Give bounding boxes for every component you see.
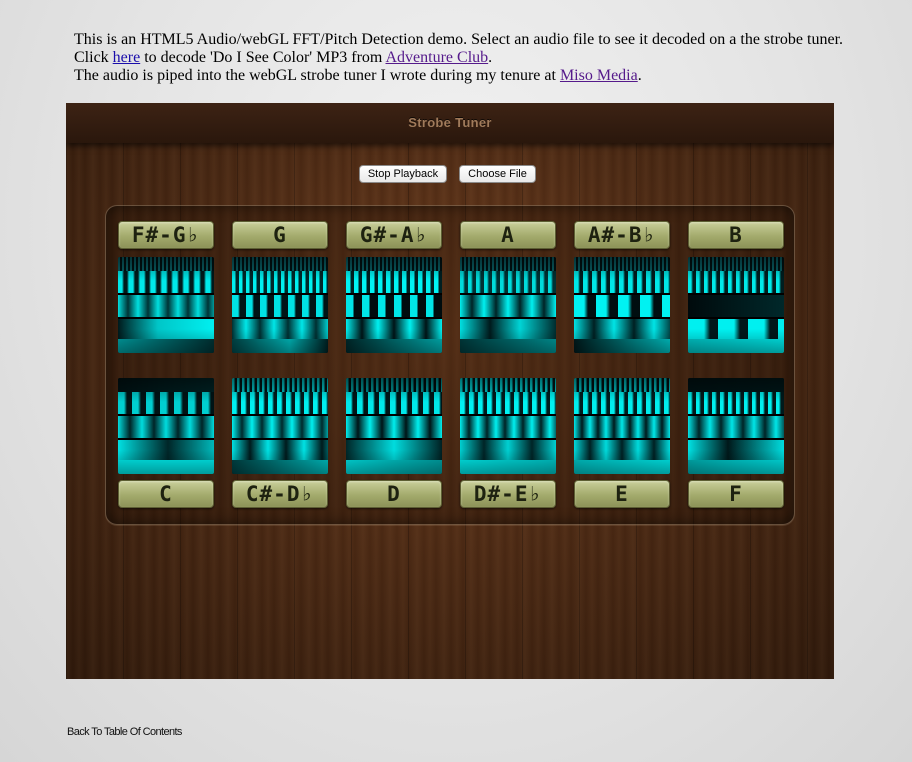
note-display-a-sharp: A#-B♭ (574, 221, 670, 249)
intro-line-2-mid: to decode 'Do I See Color' MP3 from (140, 49, 386, 66)
strobe-d-sharp (460, 378, 556, 474)
strobe-a-sharp (574, 257, 670, 353)
note-display-c-sharp: C#-D♭ (232, 480, 328, 508)
here-link[interactable]: here (113, 49, 141, 66)
note-display-d-sharp: D#-E♭ (460, 480, 556, 508)
strobe-b (688, 257, 784, 353)
note-display-g: G (232, 221, 328, 249)
miso-media-link[interactable]: Miso Media (560, 67, 638, 84)
intro-text: This is an HTML5 Audio/webGL FFT/Pitch D… (74, 31, 874, 85)
strobe-d (346, 378, 442, 474)
intro-line-2-pre: Click (74, 49, 113, 66)
tuner-panel: F#-G♭ G G#-A♭ A A#-B♭ B C C#-D♭ D D#-E♭ … (105, 205, 795, 525)
strobe-tuner-canvas[interactable]: Strobe Tuner Stop Playback Choose File F… (66, 103, 834, 679)
intro-line-3-pre: The audio is piped into the webGL strobe… (74, 67, 560, 84)
adventure-club-link[interactable]: Adventure Club (386, 49, 489, 66)
choose-file-button[interactable]: Choose File (459, 165, 536, 183)
stop-playback-button[interactable]: Stop Playback (359, 165, 447, 183)
tuner-header: Strobe Tuner (66, 103, 834, 143)
note-display-a: A (460, 221, 556, 249)
intro-line-3-post: . (637, 67, 642, 84)
note-display-c: C (118, 480, 214, 508)
strobe-f (688, 378, 784, 474)
strobe-g-sharp (346, 257, 442, 353)
intro-line-3: The audio is piped into the webGL strobe… (74, 67, 874, 85)
strobe-g (232, 257, 328, 353)
strobe-f-sharp (118, 257, 214, 353)
note-display-f: F (688, 480, 784, 508)
strobe-c-sharp (232, 378, 328, 474)
intro-line-1-text: This is an HTML5 Audio/webGL FFT/Pitch D… (74, 31, 844, 48)
strobe-e (574, 378, 670, 474)
note-display-g-sharp: G#-A♭ (346, 221, 442, 249)
back-to-contents-link[interactable]: Back To Table Of Contents (67, 726, 182, 738)
note-display-d: D (346, 480, 442, 508)
tuner-title: Strobe Tuner (408, 115, 492, 130)
intro-line-2-post: . (488, 49, 493, 66)
strobe-c (118, 378, 214, 474)
intro-line-2: Click here to decode 'Do I See Color' MP… (74, 49, 874, 67)
note-display-f-sharp: F#-G♭ (118, 221, 214, 249)
note-display-b: B (688, 221, 784, 249)
intro-line-1: This is an HTML5 Audio/webGL FFT/Pitch D… (74, 31, 874, 49)
strobe-a (460, 257, 556, 353)
note-display-e: E (574, 480, 670, 508)
